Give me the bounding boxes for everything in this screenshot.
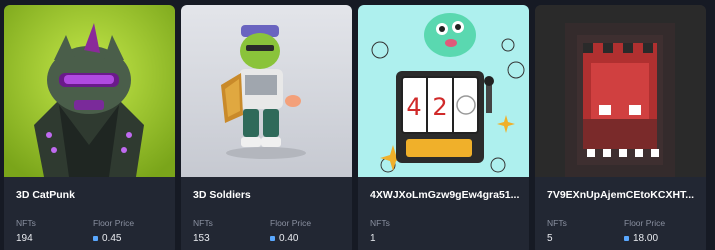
collection-card-7v9e[interactable]: 7V9EXnUpAjemCEtoKCXHT... NFTs Floor Pric… [535, 5, 706, 250]
collection-image-slot-machine[interactable]: 4 2 [358, 5, 529, 177]
collection-title[interactable]: 3D CatPunk [16, 189, 166, 201]
nfts-label: NFTs [193, 218, 213, 228]
nfts-count: 1 [370, 233, 376, 244]
floor-price: 0.40 [270, 233, 298, 244]
collection-grid: 3D CatPunk NFTs Floor Price 194 0.45 3D … [0, 0, 715, 250]
coin-icon [270, 236, 275, 241]
collection-image-catpunk[interactable] [4, 5, 175, 177]
coin-icon [624, 236, 629, 241]
floor-price-label: Floor Price [624, 218, 666, 228]
collection-image-soldiers[interactable] [181, 5, 352, 177]
collection-title[interactable]: 7V9EXnUpAjemCEtoKCXHT... [547, 189, 697, 201]
collection-title[interactable]: 4XWJXoLmGzw9gEw4gra51... [370, 189, 520, 201]
nfts-label: NFTs [547, 218, 567, 228]
floor-price: 0.45 [93, 233, 121, 244]
nfts-count: 194 [16, 233, 33, 244]
floor-price-label: Floor Price [270, 218, 312, 228]
floor-price-value: 18.00 [633, 233, 659, 244]
slot-digit-1: 4 [406, 93, 421, 121]
nfts-label: NFTs [16, 218, 36, 228]
slot-digit-2: 2 [432, 93, 447, 121]
collection-card-catpunk[interactable]: 3D CatPunk NFTs Floor Price 194 0.45 [4, 5, 175, 250]
coin-icon [93, 236, 98, 241]
collection-title[interactable]: 3D Soldiers [193, 189, 343, 201]
floor-price-value: 0.45 [102, 233, 122, 244]
collection-card-soldiers[interactable]: 3D Soldiers NFTs Floor Price 153 0.40 [181, 5, 352, 250]
nfts-label: NFTs [370, 218, 390, 228]
collection-image-pixel-ghost[interactable] [535, 5, 706, 177]
floor-price-value: 0.40 [279, 233, 299, 244]
nfts-count: 153 [193, 233, 210, 244]
floor-price-label: Floor Price [93, 218, 135, 228]
floor-price: 18.00 [624, 233, 658, 244]
nfts-count: 5 [547, 233, 553, 244]
collection-card-4xwj[interactable]: 4 2 4XWJXoLmGzw9gEw4gra51... NFTs 1 [358, 5, 529, 250]
